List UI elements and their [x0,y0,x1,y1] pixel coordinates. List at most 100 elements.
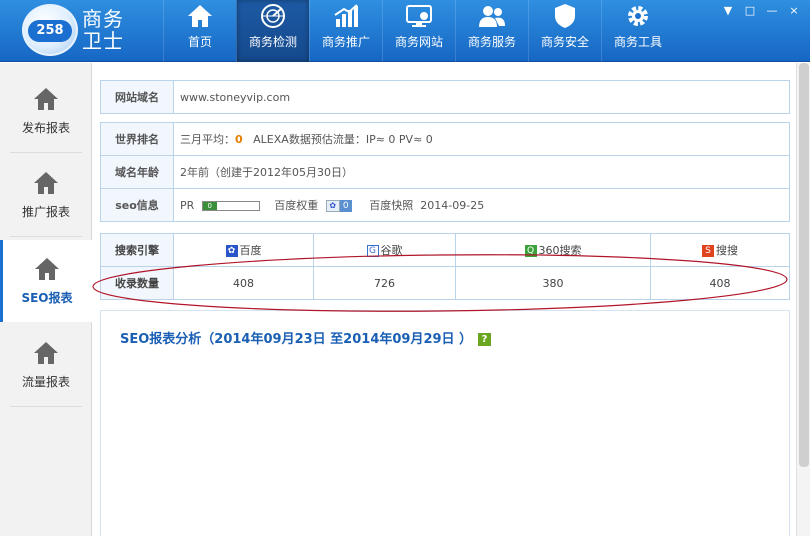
engine-sogou: S 搜搜 [650,233,790,267]
table-row: 收录数量 408 726 380 408 [100,266,790,300]
pr-value: 0 [202,202,217,210]
baidu-weight-value: 0 [339,200,352,212]
table-row: 网站域名 www.stoneyvip.com [100,80,790,114]
table-row: 世界排名 三月平均：0 ALEXA数据预估流量：IP≈ 0 PV≈ 0 [100,122,790,156]
shield-icon [555,4,575,28]
scrollbar-thumb[interactable] [799,63,809,467]
rank-cell: 三月平均：0 ALEXA数据预估流量：IP≈ 0 PV≈ 0 [173,122,790,156]
gear-icon [628,6,648,26]
count-360: 380 [455,266,651,300]
age-value: 2年前（创建于2012年05月30日） [173,155,790,189]
site-info-table: 世界排名 三月平均：0 ALEXA数据预估流量：IP≈ 0 PV≈ 0 域名年龄… [100,122,790,222]
sidebar: 发布报表 推广报表 SEO报表 流量报表 [0,63,92,536]
brand-line-2: 卫士 [82,29,124,53]
search-engine-table: 搜索引擎 ✿ 百度 G 谷歌 Q 360搜索 S 搜搜 收录数量 408 726 380… [100,233,790,300]
domain-label: 网站域名 [100,80,174,114]
brand-line-1: 商务 [82,7,124,31]
pr-label: PR [180,199,195,212]
home-icon [188,5,212,27]
table-row: 搜索引擎 ✿ 百度 G 谷歌 Q 360搜索 S 搜搜 [100,233,790,267]
bar-chart-icon [334,4,358,27]
main-nav: 首页 商务检测 商务推广 商务网站 商务服务 商务安全 商务工具 [163,0,674,62]
monitor-icon [406,5,432,27]
engine-name: 搜搜 [716,244,738,257]
domain-value: www.stoneyvip.com [173,80,790,114]
sidebar-item-label: SEO报表 [21,290,73,305]
google-icon: G [366,245,379,257]
age-label: 域名年龄 [100,155,174,189]
app-logo: 258 [22,4,78,56]
snapshot-date: 2014-09-25 [420,199,485,212]
baidu-weight-label: 百度权重 [274,199,319,212]
pr-bar: 0 [201,201,260,211]
vertical-scrollbar[interactable] [796,63,810,536]
snapshot-label: 百度快照 [369,199,414,212]
engine-name: 360搜索 [538,244,582,257]
nav-label: 商务安全 [540,35,589,49]
window-controls: ▼ □ — × [720,4,802,18]
engine-baidu: ✿ 百度 [173,233,314,267]
engine-google: G 谷歌 [313,233,456,267]
sidebar-item-label: 发布报表 [21,121,70,135]
nav-business-service[interactable]: 商务服务 [455,0,528,62]
sogou-icon: S [702,245,714,257]
menu-dropdown-button[interactable]: ▼ [720,4,736,18]
nav-business-check[interactable]: 商务检测 [236,0,309,62]
nav-label: 商务检测 [248,35,297,49]
sidebar-item-label: 推广报表 [21,205,70,219]
logo-number: 258 [28,20,72,42]
sidebar-item-traffic-report[interactable]: 流量报表 [10,325,82,407]
analysis-title: SEO报表分析（2014年09月23日 至2014年09月29日 ）? [120,328,492,347]
sidebar-item-publish-report[interactable]: 发布报表 [10,71,82,153]
home-icon [34,172,58,194]
rank-label: 世界排名 [100,122,174,156]
sidebar-item-seo-report[interactable]: SEO报表 [0,240,92,322]
table-row: seo信息 PR 0 百度权重 ✿ 0 百度快照 2014-09-25 [100,188,790,222]
home-icon [34,88,58,110]
paw-icon: ✿ [325,200,340,212]
rank-prefix: 三月平均： [180,133,235,146]
brand-name: 商务 卫士 [82,8,130,52]
nav-label: 商务服务 [467,35,516,49]
search-360-icon: Q [524,245,537,257]
nav-label: 商务工具 [613,35,662,49]
nav-business-promotion[interactable]: 商务推广 [309,0,382,62]
home-icon [35,257,59,280]
help-icon[interactable]: ? [478,333,492,346]
nav-business-tools[interactable]: 商务工具 [601,0,674,62]
seo-cell: PR 0 百度权重 ✿ 0 百度快照 2014-09-25 [173,188,790,222]
restore-button[interactable]: □ [742,4,758,18]
count-google: 726 [313,266,456,300]
minimize-button[interactable]: — [764,4,780,18]
sidebar-item-label: 流量报表 [21,375,70,389]
nav-home[interactable]: 首页 [163,0,236,62]
engine-360: Q 360搜索 [455,233,651,267]
table-row: 域名年龄 2年前（创建于2012年05月30日） [100,155,790,189]
seo-label: seo信息 [100,188,174,222]
top-bar: 258 商务 卫士 首页 商务检测 商务推广 商务网站 商务服务 商务安全 商务… [0,0,810,62]
sidebar-item-promotion-report[interactable]: 推广报表 [10,155,82,237]
count-baidu: 408 [173,266,314,300]
seo-analysis-panel: SEO报表分析（2014年09月23日 至2014年09月29日 ）? [100,310,790,536]
rank-value: 0 [235,133,243,146]
content-area: 网站域名 www.stoneyvip.com 世界排名 三月平均：0 ALEXA… [100,63,790,536]
engine-name: 百度 [239,244,262,257]
nav-label: 商务网站 [394,35,443,49]
nav-business-security[interactable]: 商务安全 [528,0,601,62]
users-icon [479,6,505,27]
nav-label: 首页 [187,35,212,49]
alexa-traffic: ALEXA数据预估流量：IP≈ 0 PV≈ 0 [253,133,433,146]
count-label: 收录数量 [100,266,174,300]
nav-business-website[interactable]: 商务网站 [382,0,455,62]
analysis-title-text: SEO报表分析（2014年09月23日 至2014年09月29日 ） [120,332,473,347]
home-icon [34,342,58,364]
nav-label: 商务推广 [321,35,370,49]
engine-header-label: 搜索引擎 [100,233,174,267]
domain-table: 网站域名 www.stoneyvip.com [100,80,790,114]
baidu-icon: ✿ [225,245,238,257]
count-sogou: 408 [650,266,790,300]
engine-name: 谷歌 [380,244,403,257]
close-button[interactable]: × [786,4,802,18]
main-panel: 网站域名 www.stoneyvip.com 世界排名 三月平均：0 ALEXA… [92,63,810,536]
radar-icon [261,4,285,28]
